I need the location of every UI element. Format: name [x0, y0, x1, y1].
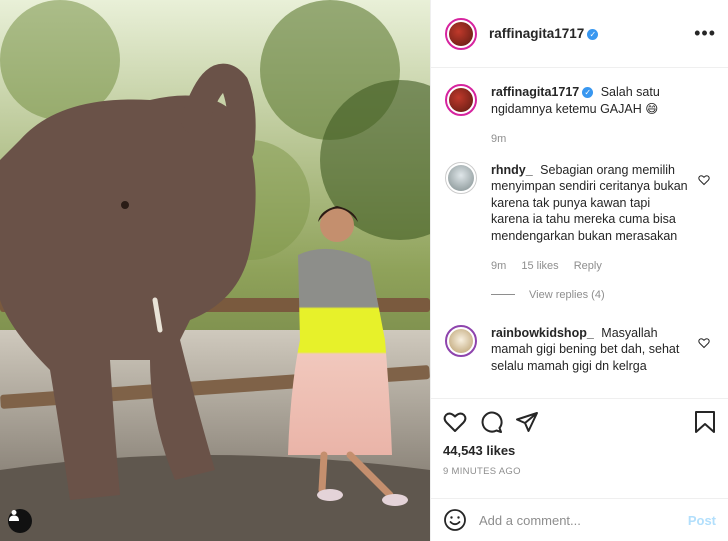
- header-username[interactable]: raffinagita1717 ✓: [489, 26, 599, 41]
- caption-username[interactable]: raffinagita1717 ✓: [491, 85, 594, 99]
- person-icon: [9, 510, 19, 521]
- view-replies-label: View replies (4): [529, 288, 605, 301]
- post-comment-button[interactable]: Post: [688, 513, 716, 528]
- post-header: raffinagita1717 ✓ •••: [431, 0, 728, 68]
- post-timestamp: 9 MINUTES AGO: [443, 466, 521, 477]
- like-comment-heart-icon[interactable]: [698, 337, 710, 349]
- comment-likes[interactable]: 15 likes: [521, 260, 558, 272]
- post-actions: 44,543 likes 9 MINUTES AGO: [431, 398, 728, 498]
- add-comment-bar: Post: [431, 498, 728, 541]
- caption: raffinagita1717 ✓ Salah satu ngidamnya ke…: [445, 84, 714, 148]
- comments-section: raffinagita1717 ✓ Salah satu ngidamnya ke…: [431, 68, 728, 398]
- verified-badge-icon: ✓: [582, 87, 594, 98]
- replies-divider: [491, 294, 515, 295]
- emoji-smiley-icon[interactable]: [443, 508, 467, 532]
- more-options-icon[interactable]: •••: [694, 23, 716, 44]
- save-bookmark-icon[interactable]: [694, 410, 716, 434]
- comment-avatar[interactable]: [445, 324, 477, 357]
- caption-time[interactable]: 9m: [491, 133, 506, 145]
- comment-bubble-icon[interactable]: [479, 410, 503, 434]
- instagram-post: raffinagita1717 ✓ ••• raffinagita1717 ✓ Sa…: [0, 0, 728, 541]
- verified-badge-icon: ✓: [587, 29, 599, 40]
- comment-body: rainbowkidshop_ Masyallah mamah gigi ben…: [491, 325, 714, 375]
- comment-body: rhndy_ Sebagian orang memilih menyimpan …: [491, 162, 714, 275]
- action-icons: [443, 407, 716, 437]
- comment-username[interactable]: rainbowkidshop_: [491, 326, 594, 340]
- caption-avatar[interactable]: [445, 84, 477, 116]
- comment-item: rainbowkidshop_ Masyallah mamah gigi ben…: [445, 324, 714, 375]
- likes-count[interactable]: 44,543 likes: [443, 443, 716, 458]
- tagged-user-button[interactable]: [8, 509, 32, 533]
- comment-avatar[interactable]: [445, 161, 477, 194]
- caption-meta: 9m: [491, 131, 688, 148]
- comment-meta: 9m 15 likes Reply: [491, 258, 688, 275]
- comment-reply-button[interactable]: Reply: [574, 260, 602, 272]
- like-heart-icon[interactable]: [443, 410, 467, 434]
- view-replies-button[interactable]: View replies (4): [491, 289, 714, 301]
- comment-item: rhndy_ Sebagian orang memilih menyimpan …: [445, 161, 714, 275]
- like-comment-heart-icon[interactable]: [698, 174, 710, 186]
- share-paper-plane-icon[interactable]: [515, 410, 539, 434]
- caption-body: raffinagita1717 ✓ Salah satu ngidamnya ke…: [491, 84, 714, 148]
- avatar[interactable]: [445, 17, 477, 50]
- post-sidebar: raffinagita1717 ✓ ••• raffinagita1717 ✓ Sa…: [430, 0, 728, 541]
- add-comment-input[interactable]: [479, 512, 688, 528]
- comment-time[interactable]: 9m: [491, 260, 506, 272]
- comment-username[interactable]: rhndy_: [491, 163, 533, 177]
- post-image[interactable]: [0, 0, 430, 541]
- post-photo: [0, 0, 430, 541]
